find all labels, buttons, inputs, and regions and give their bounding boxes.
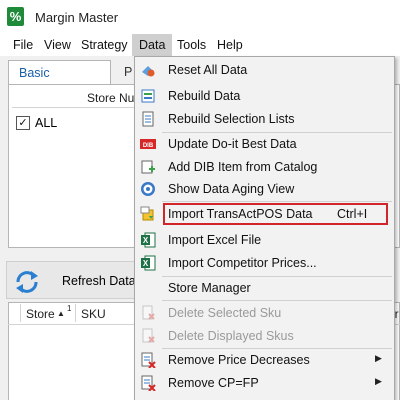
- grid-column-separator: [75, 304, 76, 322]
- menu-bar: File View Strategy Data Tools Help: [0, 34, 400, 56]
- menu-item-label: Rebuild Data: [168, 89, 241, 103]
- menu-item-label: Remove Price Decreases: [168, 353, 310, 367]
- menu-item-label: Reset All Data: [168, 63, 248, 77]
- menu-item-delete-selected-sku[interactable]: Delete Selected Sku: [135, 302, 393, 325]
- menu-data[interactable]: Data: [132, 34, 173, 56]
- sort-ascending-icon: ▲: [57, 309, 65, 318]
- menu-item-delete-displayed-skus[interactable]: Delete Displayed Skus: [135, 325, 393, 348]
- doitbest-icon: DIB: [140, 139, 156, 149]
- delete-skus-icon: [142, 328, 155, 343]
- remove-cp-icon: [141, 375, 156, 391]
- refresh-icon: [16, 271, 38, 293]
- menu-item-label: Rebuild Selection Lists: [168, 112, 295, 126]
- menu-item-remove-price-decreases[interactable]: Remove Price Decreases ▶: [135, 349, 393, 372]
- aging-view-icon: [141, 182, 155, 196]
- store-header-label: Store Nu: [87, 91, 135, 105]
- menu-item-import-competitor-prices[interactable]: X Import Competitor Prices...: [135, 252, 393, 275]
- percent-icon: %: [7, 7, 24, 26]
- menu-file[interactable]: File: [6, 34, 40, 56]
- all-checkbox[interactable]: ✓: [16, 116, 30, 130]
- menu-item-import-excel-file[interactable]: X Import Excel File: [135, 229, 393, 252]
- refresh-data-label: Refresh Data: [62, 274, 136, 288]
- menu-item-label: Store Manager: [168, 281, 251, 295]
- excel-icon: X: [141, 255, 156, 271]
- all-label: ALL: [35, 116, 58, 130]
- column-sku[interactable]: SKU: [81, 307, 106, 321]
- refresh-data-button[interactable]: Refresh Data: [6, 261, 141, 299]
- menu-item-label: Add DIB Item from Catalog: [168, 160, 318, 174]
- list-icon: [142, 111, 154, 127]
- tab-basic-selections[interactable]: Basic Selections: [8, 60, 111, 104]
- remove-price-icon: [141, 352, 156, 368]
- menu-item-add-dib-item[interactable]: Add DIB Item from Catalog: [135, 156, 393, 179]
- window-title: Margin Master: [35, 10, 119, 25]
- menu-item-rebuild-data[interactable]: Rebuild Data: [135, 85, 393, 108]
- sort-order-number: 1: [67, 304, 72, 313]
- add-item-icon: [141, 160, 155, 174]
- grid-column-separator: [20, 304, 21, 322]
- title-bar: % Margin Master: [0, 0, 400, 33]
- reset-data-icon: [142, 66, 155, 77]
- menu-item-remove-cp-fp[interactable]: Remove CP=FP ▶: [135, 372, 393, 395]
- menu-item-show-data-aging-view[interactable]: Show Data Aging View: [135, 178, 393, 201]
- tab-partial[interactable]: P: [112, 60, 136, 84]
- menu-item-rebuild-selection-lists[interactable]: Rebuild Selection Lists: [135, 108, 393, 131]
- delete-sku-icon: [142, 305, 155, 320]
- menu-view[interactable]: View: [37, 34, 78, 56]
- svg-text:X: X: [143, 236, 149, 245]
- menu-item-label: Import Excel File: [168, 233, 262, 247]
- menu-item-label: Remove CP=FP: [168, 376, 259, 390]
- import-pos-icon: [140, 206, 154, 221]
- menu-item-reset-all-data[interactable]: Reset All Data: [135, 59, 393, 82]
- rebuild-data-icon: [141, 89, 155, 103]
- column-store[interactable]: Store: [26, 307, 55, 321]
- menu-item-store-manager[interactable]: Store Manager: [135, 277, 393, 300]
- submenu-arrow-icon: ▶: [375, 353, 382, 363]
- highlight-box: [163, 203, 388, 225]
- svg-text:X: X: [143, 259, 149, 268]
- submenu-arrow-icon: ▶: [375, 376, 382, 386]
- menu-item-label: Import Competitor Prices...: [168, 256, 317, 270]
- menu-separator: [162, 300, 392, 301]
- menu-item-label: Delete Displayed Skus: [168, 329, 294, 343]
- menu-item-label: Delete Selected Sku: [168, 306, 282, 320]
- menu-tools[interactable]: Tools: [170, 34, 213, 56]
- menu-help[interactable]: Help: [210, 34, 250, 56]
- menu-strategy[interactable]: Strategy: [74, 34, 135, 56]
- excel-icon: X: [141, 232, 156, 248]
- svg-text:DIB: DIB: [143, 143, 154, 149]
- menu-item-label: Update Do-it Best Data: [168, 137, 297, 151]
- menu-separator: [162, 201, 392, 202]
- menu-item-update-doitbest-data[interactable]: DIB Update Do-it Best Data: [135, 133, 393, 156]
- menu-item-label: Show Data Aging View: [168, 182, 295, 196]
